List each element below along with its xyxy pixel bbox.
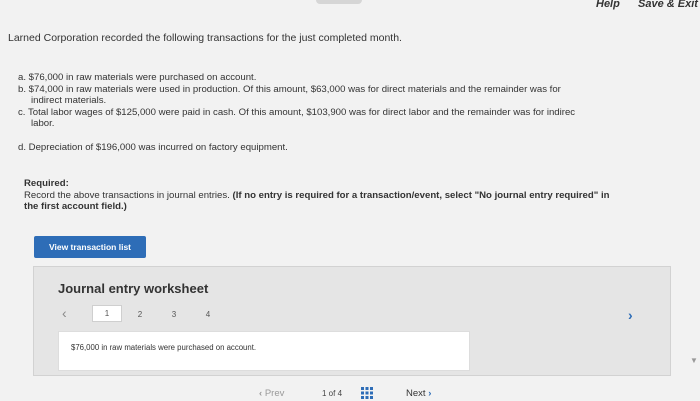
saved-badge: [316, 0, 362, 4]
chevron-left-icon[interactable]: ‹: [62, 305, 67, 321]
required-label: Required:: [24, 178, 69, 189]
help-link[interactable]: Help: [596, 0, 620, 10]
prev-button[interactable]: ‹ Prev: [259, 388, 284, 399]
next-button[interactable]: Next ›: [406, 388, 431, 399]
prev-label: Prev: [264, 388, 285, 399]
required-note-cont: the first account field.): [24, 201, 127, 212]
transaction-c-text: c. Total labor wages of $125,000 were pa…: [18, 107, 576, 118]
save-exit-link[interactable]: Save & Exit: [638, 0, 698, 10]
transaction-d: d. Depreciation of $196,000 was incurred…: [18, 142, 288, 153]
required-text-line: Record the above transactions in journal…: [24, 190, 700, 202]
top-bar: Help Save & Exit: [0, 0, 700, 16]
worksheet-tab-2[interactable]: 2: [126, 306, 154, 322]
transaction-b: b. $74,000 in raw materials were used in…: [18, 84, 561, 106]
required-text: Record the above transactions in journal…: [24, 189, 230, 201]
transaction-a: a. $76,000 in raw materials were purchas…: [18, 72, 256, 83]
worksheet-tab-nav: ‹ 1 2 3 4 ›: [58, 305, 648, 323]
transaction-c: c. Total labor wages of $125,000 were pa…: [18, 107, 575, 129]
worksheet-tab-4[interactable]: 4: [194, 306, 222, 322]
transaction-b-text-cont: indirect materials.: [31, 95, 107, 107]
transaction-d-text: d. Depreciation of $196,000 was incurred…: [18, 142, 288, 153]
required-note: (If no entry is required for a transacti…: [232, 189, 610, 201]
worksheet-title: Journal entry worksheet: [58, 281, 209, 296]
worksheet-tab-3[interactable]: 3: [160, 306, 188, 322]
transaction-c-text-cont: labor.: [31, 118, 55, 130]
worksheet-tab-1[interactable]: 1: [92, 305, 122, 322]
grid-icon[interactable]: [361, 387, 373, 399]
view-transaction-list-button[interactable]: View transaction list: [34, 236, 146, 258]
bottom-pagination: ‹ Prev 1 of 4 Next ›: [0, 384, 700, 401]
page-count: 1 of 4: [322, 389, 343, 398]
scroll-down-icon[interactable]: ▼: [690, 356, 698, 365]
worksheet-description-box: $76,000 in raw materials were purchased …: [58, 331, 470, 371]
chevron-left-icon: ‹: [259, 388, 263, 399]
worksheet-description: $76,000 in raw materials were purchased …: [71, 343, 257, 352]
transaction-b-text: b. $74,000 in raw materials were used in…: [18, 84, 561, 95]
journal-entry-worksheet: Journal entry worksheet ‹ 1 2 3 4 › $76,…: [33, 266, 671, 376]
required-instructions: Required: Record the above transactions …: [24, 178, 700, 213]
chevron-right-icon[interactable]: ›: [628, 307, 633, 323]
problem-intro: Larned Corporation recorded the followin…: [8, 32, 402, 44]
next-label: Next: [406, 388, 426, 399]
chevron-right-icon: ›: [428, 388, 432, 399]
transaction-a-text: a. $76,000 in raw materials were purchas…: [18, 72, 257, 83]
